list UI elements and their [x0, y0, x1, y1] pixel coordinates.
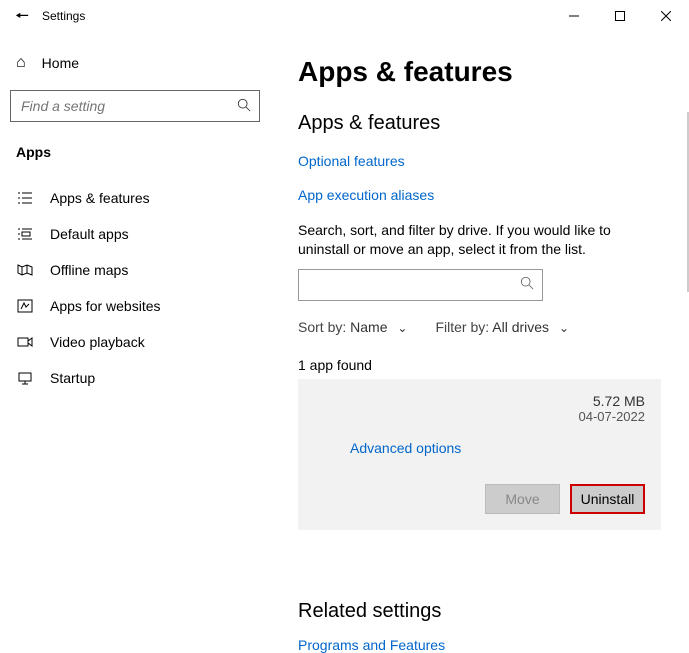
websites-icon — [16, 298, 34, 314]
description-text: Search, sort, and filter by drive. If yo… — [298, 221, 661, 259]
home-icon: ⌂ — [16, 54, 26, 72]
related-settings-heading: Related settings — [298, 600, 661, 623]
section-title: Apps & features — [298, 112, 661, 135]
content: Apps & features Apps & features Optional… — [270, 32, 689, 587]
nav-item-label: Default apps — [50, 226, 129, 242]
app-count: 1 app found — [298, 357, 661, 373]
close-button[interactable] — [643, 0, 689, 32]
app-execution-aliases-link[interactable]: App execution aliases — [298, 187, 661, 203]
uninstall-button[interactable]: Uninstall — [570, 484, 645, 514]
nav-item-label: Video playback — [50, 334, 145, 350]
search-icon — [520, 276, 534, 293]
nav-item-label: Startup — [50, 370, 95, 386]
sort-value: Name — [350, 319, 387, 335]
window-title: Settings — [32, 9, 85, 23]
minimize-button[interactable] — [551, 0, 597, 32]
nav-item-label: Apps & features — [50, 190, 150, 206]
nav-offline-maps[interactable]: Offline maps — [10, 252, 260, 288]
programs-features-link[interactable]: Programs and Features — [298, 637, 661, 653]
move-button: Move — [485, 484, 560, 514]
search-settings[interactable] — [10, 90, 260, 122]
list-icon — [16, 190, 34, 206]
nav-item-label: Offline maps — [50, 262, 128, 278]
search-input[interactable] — [19, 97, 237, 115]
maximize-button[interactable] — [597, 0, 643, 32]
app-card[interactable]: 5.72 MB 04-07-2022 Advanced options Move… — [298, 379, 661, 530]
nav-home-label: Home — [42, 55, 79, 71]
nav-startup[interactable]: Startup — [10, 360, 260, 396]
app-size: 5.72 MB — [579, 393, 646, 409]
search-icon — [237, 98, 251, 115]
filter-by-dropdown[interactable]: Filter by: All drives ⌄ — [435, 319, 569, 335]
app-search[interactable] — [298, 269, 543, 301]
startup-icon — [16, 370, 34, 386]
nav-home[interactable]: ⌂ Home — [10, 48, 260, 90]
app-date: 04-07-2022 — [579, 409, 646, 424]
chevron-down-icon: ⌄ — [559, 321, 569, 335]
optional-features-link[interactable]: Optional features — [298, 153, 661, 169]
map-icon — [16, 262, 34, 278]
nav-apps-features[interactable]: Apps & features — [10, 180, 260, 216]
back-button[interactable]: 🠔 — [0, 1, 32, 32]
nav-video-playback[interactable]: Video playback — [10, 324, 260, 360]
page-title: Apps & features — [298, 56, 661, 88]
advanced-options-link[interactable]: Advanced options — [350, 440, 645, 456]
filter-label: Filter by: — [435, 319, 489, 335]
sort-label: Sort by: — [298, 319, 346, 335]
nav-group-label: Apps — [10, 144, 260, 180]
nav-item-label: Apps for websites — [50, 298, 161, 314]
sidebar: ⌂ Home Apps Apps & features Default apps — [0, 32, 270, 587]
titlebar: 🠔 Settings — [0, 0, 689, 32]
chevron-down-icon: ⌄ — [397, 321, 407, 335]
video-icon — [16, 334, 34, 350]
sort-by-dropdown[interactable]: Sort by: Name ⌄ — [298, 319, 407, 335]
nav-default-apps[interactable]: Default apps — [10, 216, 260, 252]
nav-apps-websites[interactable]: Apps for websites — [10, 288, 260, 324]
filter-value: All drives — [492, 319, 549, 335]
defaults-icon — [16, 226, 34, 242]
